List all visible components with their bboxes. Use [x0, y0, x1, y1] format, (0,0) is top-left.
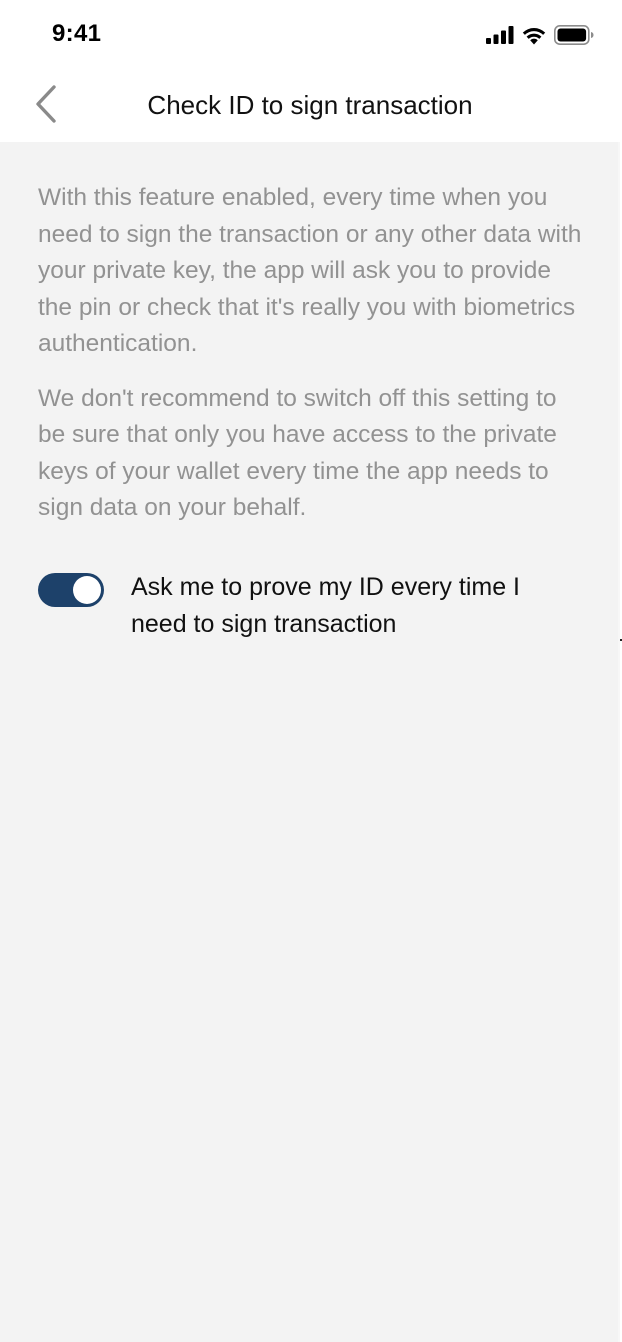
status-icons	[486, 24, 594, 46]
description: With this feature enabled, every time wh…	[38, 180, 588, 545]
screen: 9:41 Check ID to sign transaction With t…	[0, 0, 620, 1342]
id-check-toggle[interactable]	[38, 573, 104, 607]
wifi-icon	[521, 26, 547, 45]
cellular-signal-icon	[486, 26, 514, 44]
id-check-toggle-label: Ask me to prove my ID every time I need …	[131, 573, 520, 638]
description-paragraph: With this feature enabled, every time wh…	[38, 184, 582, 357]
status-time: 9:41	[52, 20, 102, 47]
header-area: 9:41 Check ID to sign transaction	[0, 0, 620, 142]
id-check-setting-row: Ask me to prove my ID every time I need …	[38, 570, 598, 642]
recommendation-paragraph: We don't recommend to switch off this se…	[38, 384, 557, 522]
battery-icon	[554, 25, 594, 45]
status-bar: 9:41	[0, 0, 620, 68]
navigation-bar: Check ID to sign transaction	[0, 68, 620, 142]
toggle-knob	[73, 576, 101, 604]
page-title: Check ID to sign transaction	[147, 90, 473, 120]
